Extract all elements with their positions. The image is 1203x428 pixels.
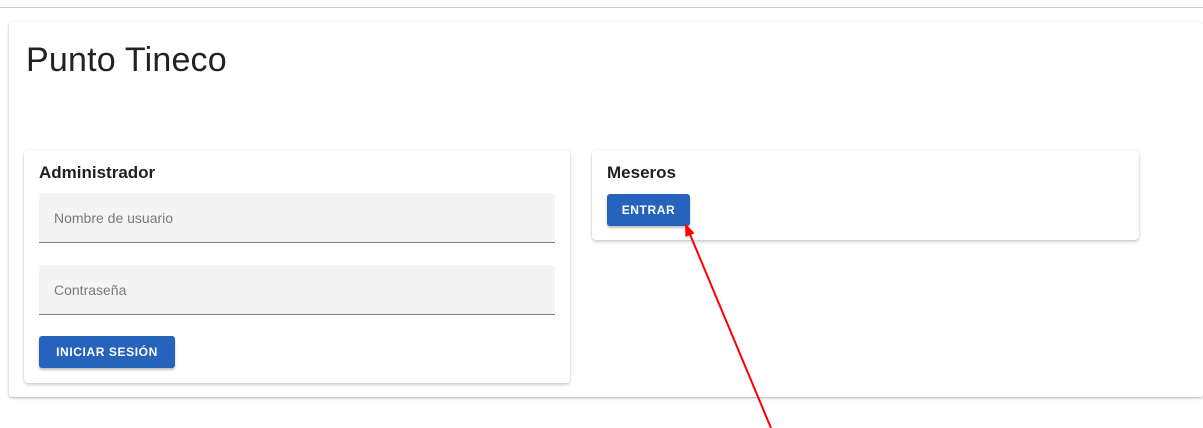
waiters-card: Meseros ENTRAR bbox=[592, 150, 1139, 240]
admin-card-title: Administrador bbox=[39, 163, 156, 182]
username-input[interactable] bbox=[39, 193, 555, 242]
admin-login-card: Administrador INICIAR SESIÓN bbox=[24, 150, 570, 383]
username-field[interactable] bbox=[39, 193, 555, 243]
login-button[interactable]: INICIAR SESIÓN bbox=[39, 336, 175, 368]
top-divider bbox=[0, 7, 1203, 8]
page-title: Punto Tineco bbox=[26, 41, 227, 79]
password-input[interactable] bbox=[39, 265, 555, 314]
password-field[interactable] bbox=[39, 265, 555, 315]
enter-button[interactable]: ENTRAR bbox=[607, 194, 690, 226]
waiters-card-title: Meseros bbox=[607, 163, 676, 182]
